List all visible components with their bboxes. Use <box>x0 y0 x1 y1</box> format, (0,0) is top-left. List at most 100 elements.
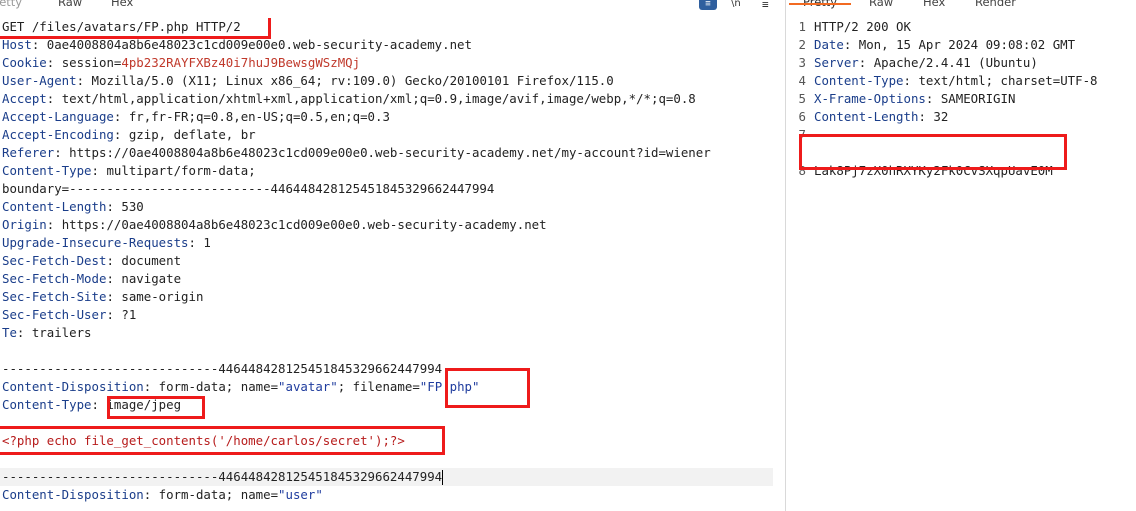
header-key: Server <box>814 55 859 70</box>
boundary-text-1: -----------------------------44644842812… <box>2 361 443 376</box>
menu-icon[interactable]: ≡ <box>762 0 774 11</box>
request-header-line: Upgrade-Insecure-Requests: 1 <box>2 235 211 250</box>
line-number: 6 <box>798 109 806 124</box>
request-tabs: Pretty Raw Hex <box>0 0 785 11</box>
header-key: Content-Type <box>814 73 904 88</box>
header-value: text/html,application/xhtml+xml,applicat… <box>61 91 696 106</box>
tab-response-render[interactable]: Render <box>975 0 1016 8</box>
tab-request-raw[interactable]: Raw <box>58 0 82 8</box>
header-key: Referer <box>2 145 55 160</box>
content-disposition-user: Content-Disposition: form-data; name="us… <box>2 487 323 502</box>
response-line: 1 HTTP/2 200 OK <box>786 18 911 36</box>
request-header-line: Accept-Language: fr,fr-FR;q=0.8,en-US;q=… <box>2 109 390 124</box>
content-disposition-avatar: Content-Disposition: form-data; name="av… <box>2 379 480 394</box>
header-key: Content-Type <box>2 163 92 178</box>
header-value: fr,fr-FR;q=0.8,en-US;q=0.5,en;q=0.3 <box>128 109 390 124</box>
request-header-line: Te: trailers <box>2 325 92 340</box>
header-value: text/html; charset=UTF-8 <box>918 73 1098 88</box>
highlight-box-secret <box>799 134 1067 170</box>
header-key: Accept-Language <box>2 109 114 124</box>
header-value: https://0ae4008804a8b6e48023c1cd009e00e0… <box>69 145 711 160</box>
response-viewer[interactable]: 1 HTTP/2 200 OK 2 Date: Mon, 15 Apr 2024 09… <box>786 18 1136 511</box>
request-editor[interactable]: GET /files/avatars/FP.php HTTP/2 Host: 0… <box>0 18 785 511</box>
response-tabs: Pretty Raw Hex Render <box>786 0 1136 11</box>
header-value: ?1 <box>121 307 137 322</box>
header-key: Cookie <box>2 55 47 70</box>
header-key: X-Frame-Options <box>814 91 926 106</box>
request-header-line: Sec-Fetch-User: ?1 <box>2 307 137 322</box>
request-header-line: User-Agent: Mozilla/5.0 (X11; Linux x86_… <box>2 73 614 88</box>
header-value: 530 <box>121 199 144 214</box>
header-key: Sec-Fetch-Dest <box>2 253 107 268</box>
line-number: 2 <box>798 37 806 52</box>
header-value: Mozilla/5.0 (X11; Linux x86_64; rv:109.0… <box>91 73 614 88</box>
line-number: 1 <box>798 19 806 34</box>
header-key: Sec-Fetch-Site <box>2 289 107 304</box>
header-key: Content-Length <box>2 199 107 214</box>
request-header-line: Content-Length: 530 <box>2 199 144 214</box>
response-line: 2 Date: Mon, 15 Apr 2024 09:08:02 GMT <box>786 36 1076 54</box>
request-header-line: Referer: https://0ae4008804a8b6e48023c1c… <box>2 145 711 160</box>
header-key: Date <box>814 37 844 52</box>
tab-response-hex[interactable]: Hex <box>923 0 945 8</box>
header-key: Content-Disposition <box>2 487 144 502</box>
header-value: https://0ae4008804a8b6e48023c1cd009e00e0… <box>61 217 547 232</box>
cd-name-value: "user" <box>278 487 323 502</box>
header-key: Content-Type <box>2 397 92 412</box>
request-header-line: Sec-Fetch-Site: same-origin <box>2 289 204 304</box>
tab-response-raw[interactable]: Raw <box>869 0 893 8</box>
header-key: Te <box>2 325 17 340</box>
highlight-box-content-type <box>107 396 205 419</box>
tab-response-pretty[interactable]: Pretty <box>788 0 852 8</box>
header-value: multipart/form-data; <box>106 163 256 178</box>
cd-mid: form-data; name= <box>158 379 279 394</box>
text-caret <box>442 470 444 485</box>
line-number: 5 <box>798 91 806 106</box>
header-key: Content-Disposition <box>2 379 144 394</box>
header-value: 0ae4008804a8b6e48023c1cd009e00e0.web-sec… <box>46 37 472 52</box>
newline-icon[interactable]: \n <box>731 0 745 11</box>
header-key: Upgrade-Insecure-Requests <box>2 235 189 250</box>
header-key: User-Agent <box>2 73 77 88</box>
line-number: 3 <box>798 55 806 70</box>
response-line: 5 X-Frame-Options: SAMEORIGIN <box>786 90 1016 108</box>
highlight-box-request-line <box>0 18 271 39</box>
header-value: session=4pb232RAYFXBz40i7huJ9BewsgWSzMQj <box>61 55 361 70</box>
header-key: Sec-Fetch-Mode <box>2 271 107 286</box>
request-header-line: Accept-Encoding: gzip, deflate, br <box>2 127 256 142</box>
header-key: Content-Length <box>814 109 919 124</box>
header-value: same-origin <box>121 289 204 304</box>
header-value: SAMEORIGIN <box>940 91 1016 106</box>
header-key: Sec-Fetch-User <box>2 307 107 322</box>
request-header-line: Sec-Fetch-Dest: document <box>2 253 182 268</box>
highlight-box-php-payload <box>0 426 445 455</box>
request-header-line: Sec-Fetch-Mode: navigate <box>2 271 182 286</box>
request-header-line: Content-Type: multipart/form-data; <box>2 163 256 178</box>
header-value: HTTP/2 200 OK <box>814 19 911 34</box>
request-header-line: boundary=---------------------------4464… <box>2 180 494 198</box>
response-line: 3 Server: Apache/2.4.41 (Ubuntu) <box>786 54 1038 72</box>
header-value: 1 <box>203 235 211 250</box>
response-line: 4 Content-Type: text/html; charset=UTF-8 <box>786 72 1098 90</box>
tab-request-hex[interactable]: Hex <box>111 0 133 8</box>
wrap-lines-icon[interactable]: ≡ <box>699 0 717 10</box>
header-value: document <box>121 253 182 268</box>
request-header-line: Origin: https://0ae4008804a8b6e48023c1cd… <box>2 217 547 232</box>
header-value: boundary=---------------------------4464… <box>2 181 495 196</box>
line-number: 4 <box>798 73 806 88</box>
wrap-lines-glyph: ≡ <box>705 0 711 9</box>
cd-mid: form-data; name= <box>158 487 279 502</box>
highlight-box-filename <box>445 368 530 408</box>
header-value: Apache/2.4.41 (Ubuntu) <box>873 55 1038 70</box>
request-header-line: Accept: text/html,application/xhtml+xml,… <box>2 91 696 106</box>
boundary-text-2: -----------------------------44644842812… <box>2 469 443 484</box>
header-value: gzip, deflate, br <box>128 127 256 142</box>
cd-sep: ; filename= <box>337 379 420 394</box>
header-value: trailers <box>31 325 92 340</box>
tab-request-pretty[interactable]: Pretty <box>0 0 22 8</box>
header-value: Mon, 15 Apr 2024 09:08:02 GMT <box>858 37 1076 52</box>
header-value: 32 <box>933 109 949 124</box>
boundary-line-1: -----------------------------44644842812… <box>2 360 442 378</box>
header-key: Origin <box>2 217 47 232</box>
request-header-line: Cookie: session=4pb232RAYFXBz40i7huJ9Bew… <box>2 55 361 70</box>
